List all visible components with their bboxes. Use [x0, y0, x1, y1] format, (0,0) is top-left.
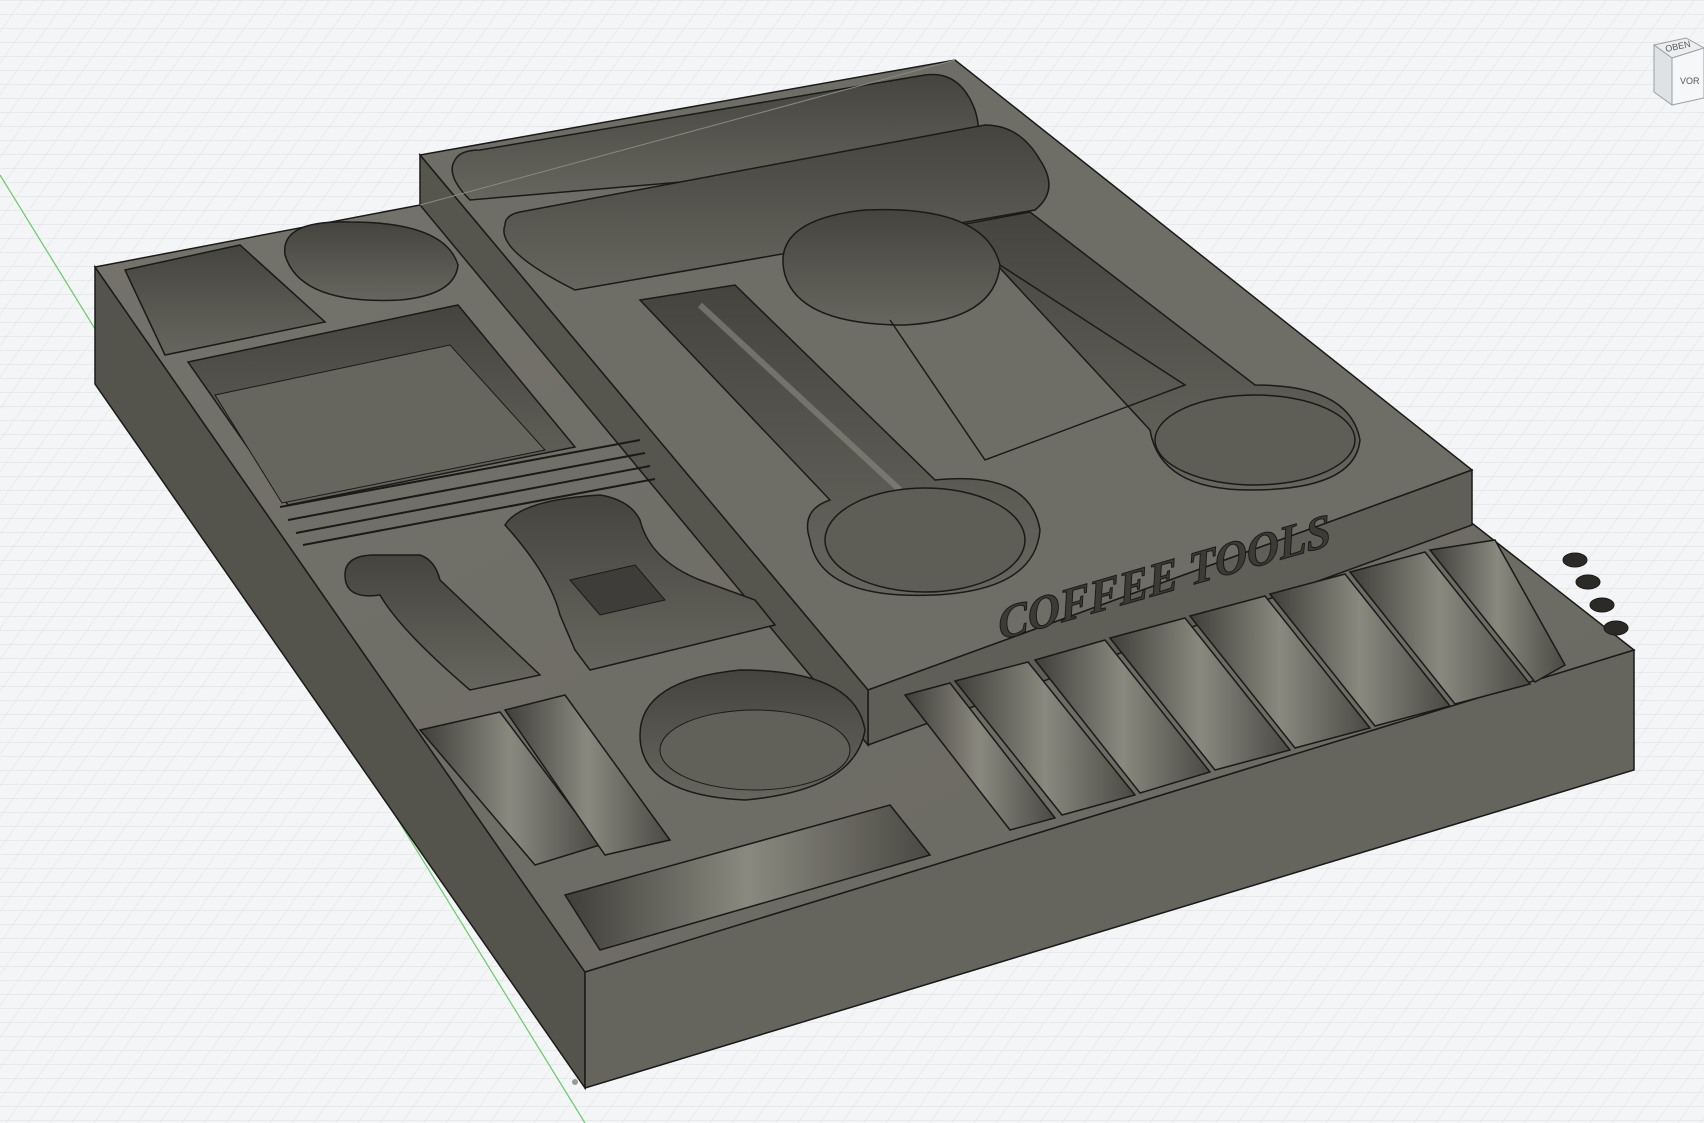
viewcube-front-label: VOR [1680, 76, 1700, 86]
tamper-well [782, 208, 1001, 326]
origin-point [572, 1079, 578, 1085]
round-pocket-floor [659, 709, 851, 791]
3d-viewport[interactable]: COFFEE TOOLS OBEN VOR [0, 0, 1704, 1123]
portafilter-basket-right [1154, 394, 1356, 486]
portafilter-basket-left [824, 487, 1026, 593]
canvas[interactable]: COFFEE TOOLS [0, 0, 1704, 1123]
viewcube-icon[interactable]: OBEN VOR [1644, 0, 1704, 110]
